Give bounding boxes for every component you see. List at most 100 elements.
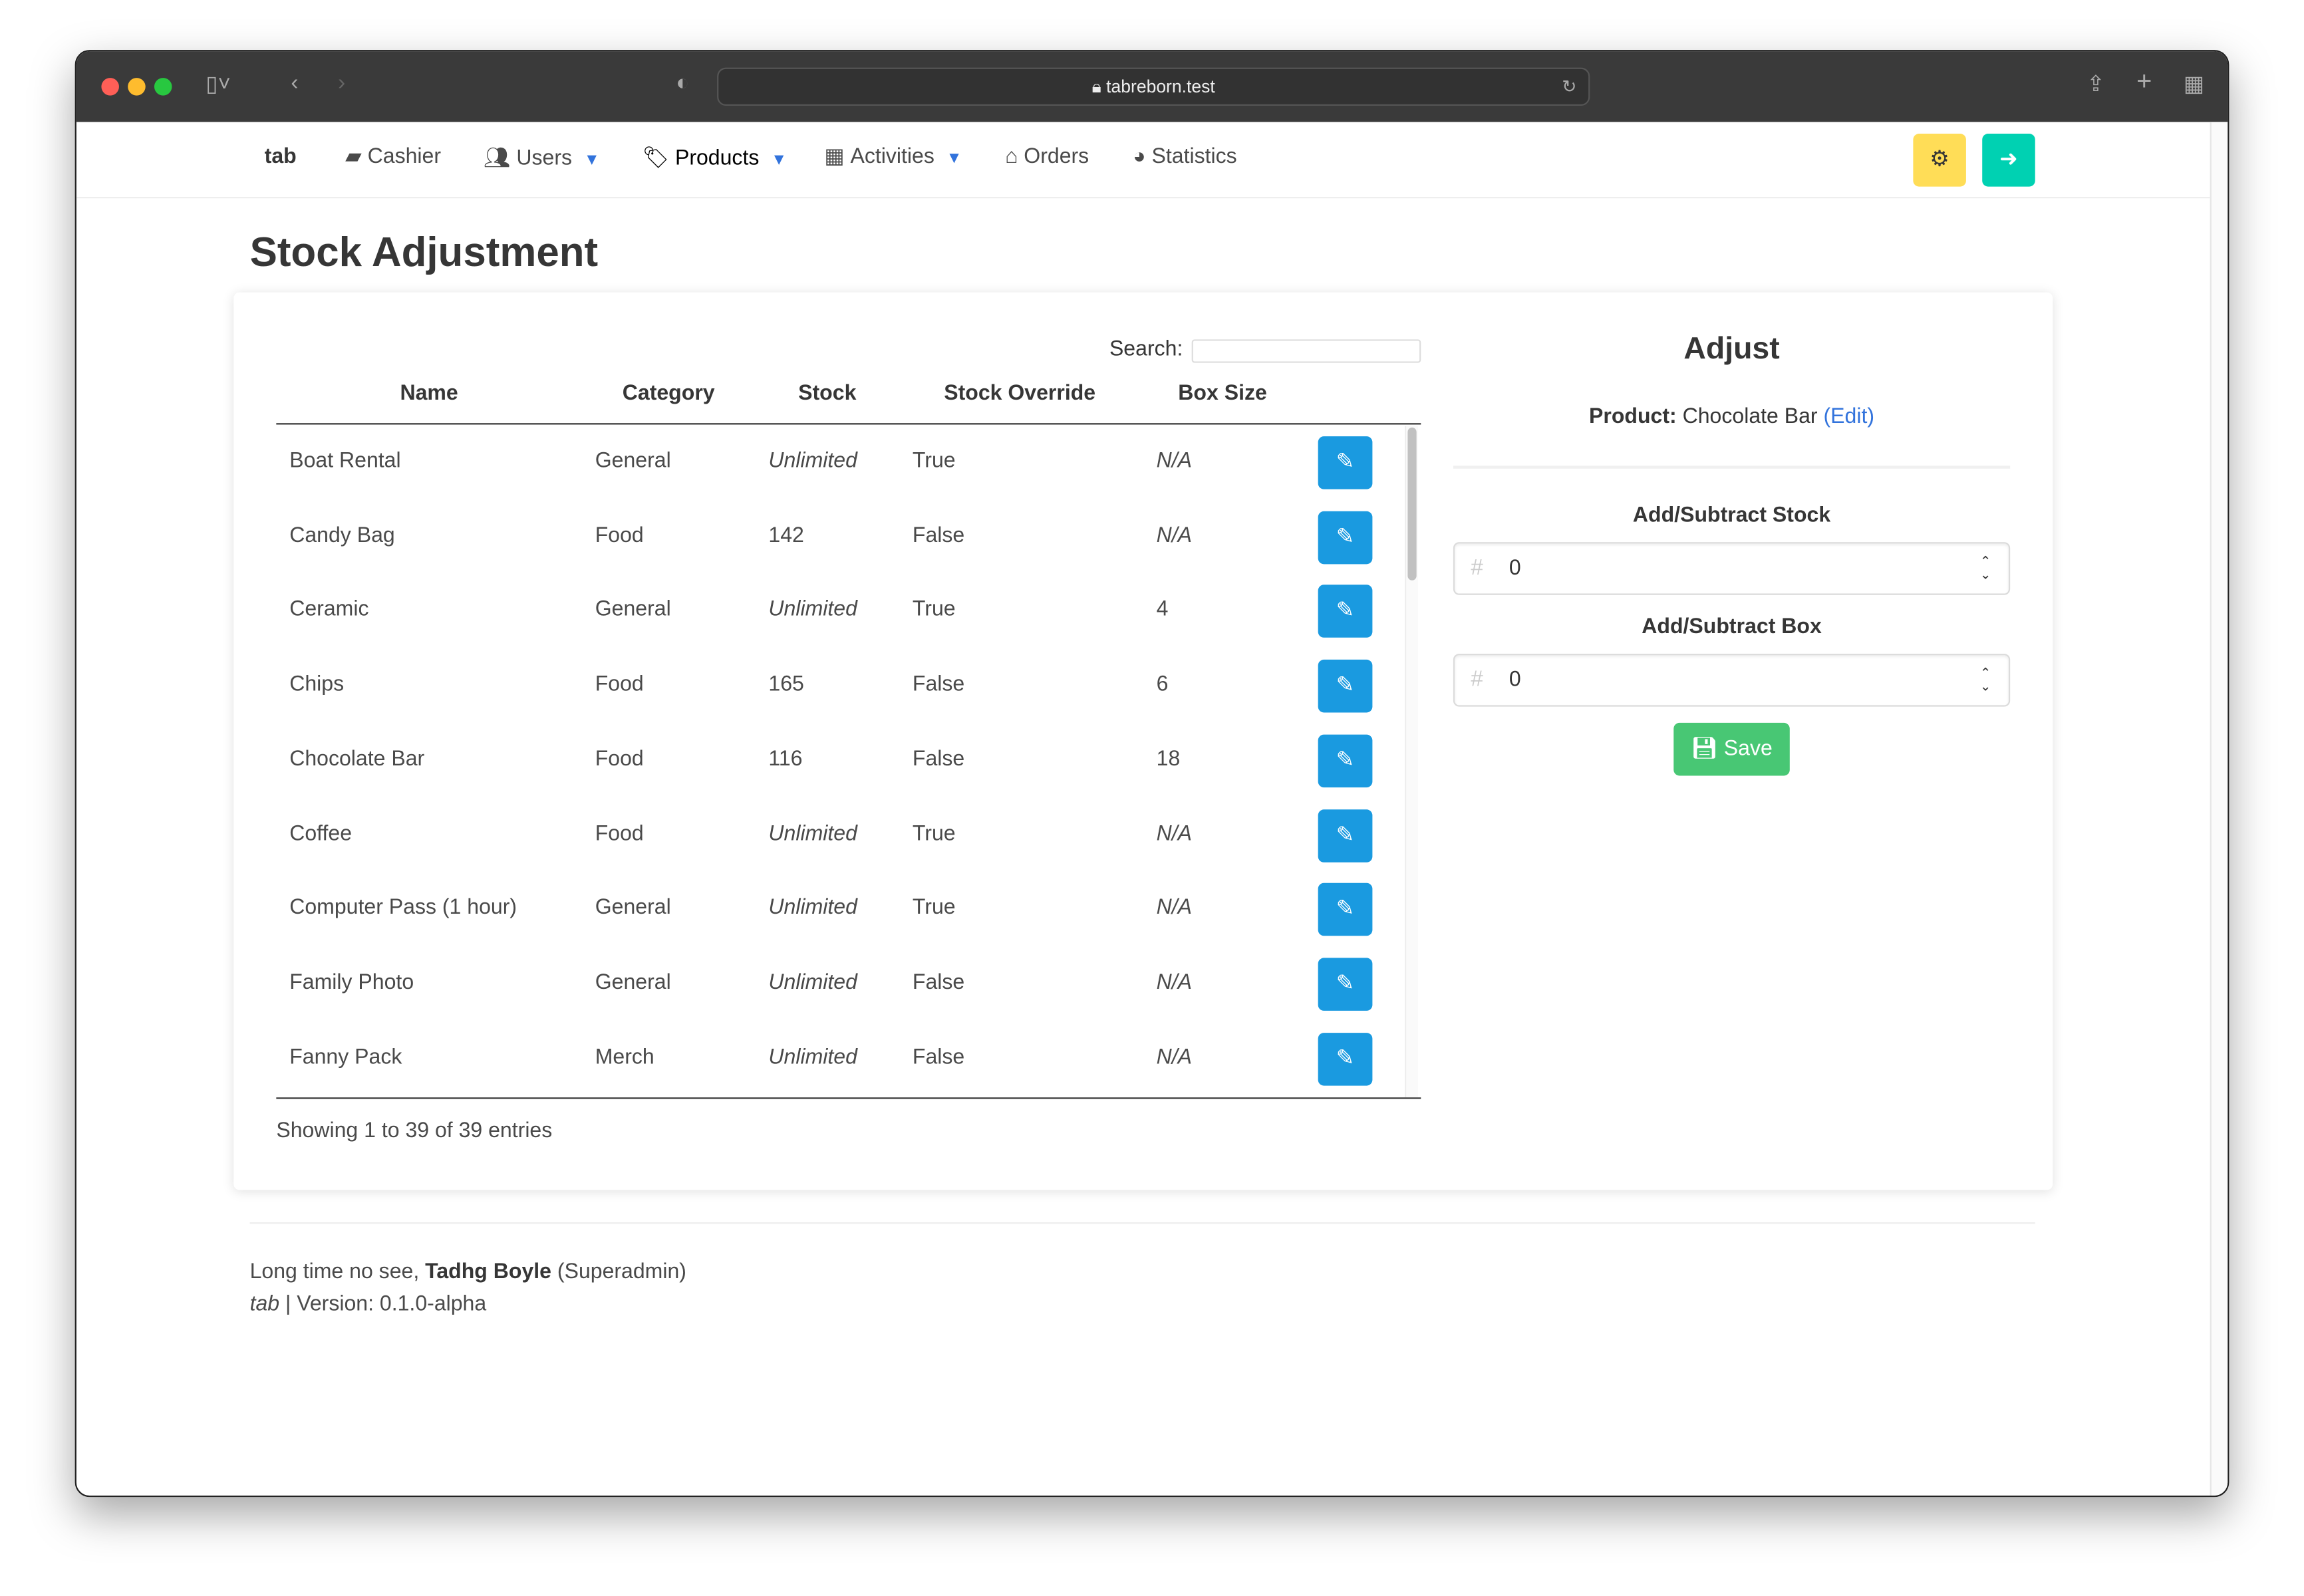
edit-icon: ✎ — [1336, 450, 1355, 475]
stepper-icon[interactable]: ⌃ ⌄ — [1980, 555, 1991, 582]
table-info: Showing 1 to 39 of 39 entries — [276, 1119, 553, 1143]
edit-button[interactable]: ✎ — [1318, 660, 1373, 713]
stock-label: Add/Subtract Stock — [1632, 503, 1831, 528]
edit-button[interactable]: ✎ — [1318, 585, 1373, 638]
hash-icon: # — [1471, 555, 1483, 581]
product-label: Product: — [1589, 405, 1677, 430]
basket-icon: ⌂ — [1005, 145, 1018, 170]
column-header[interactable]: Stock Override — [944, 382, 1095, 405]
back-icon[interactable]: ‹ — [291, 70, 298, 96]
edit-icon: ✎ — [1336, 896, 1355, 922]
save-button[interactable]: 💾︎ Save — [1673, 722, 1790, 776]
nav-label: Products — [674, 146, 760, 171]
category-cell: Food — [595, 747, 644, 771]
stock-override-cell: False — [912, 747, 965, 771]
browser-titlebar: ▯˅ ‹ › ◐ 🔒︎ tabreborn.test ↻ ⇪ + ▦ — [76, 51, 2228, 122]
chevron-down-icon: ▼ — [946, 150, 962, 168]
save-icon: 💾︎ — [1691, 737, 1718, 761]
address-bar[interactable]: 🔒︎ tabreborn.test ↻ — [717, 67, 1590, 106]
page-scrollbar[interactable] — [2210, 122, 2228, 1496]
nav-item-activities[interactable]: ▦ Activities ▼ — [824, 146, 962, 169]
nav-item-products[interactable]: 🏷︎ Products ▼ — [642, 146, 788, 171]
edit-button[interactable]: ✎ — [1318, 809, 1373, 862]
table-scrollbar[interactable] — [1404, 426, 1418, 1098]
edit-button[interactable]: ✎ — [1318, 958, 1373, 1011]
category-cell: Food — [595, 523, 644, 548]
pie-chart-icon: ◕ — [1133, 145, 1146, 170]
edit-icon: ✎ — [1336, 747, 1355, 773]
stock-input[interactable]: # 0 ⌃ ⌄ — [1453, 542, 2011, 595]
column-header[interactable]: Category — [623, 382, 715, 405]
tab-overview-icon[interactable]: ▦ — [2184, 70, 2204, 97]
table-row: Chocolate Bar Food 116 False 18 ✎ — [233, 734, 1409, 793]
category-cell: Merch — [595, 1045, 654, 1069]
product-name-cell: Fanny Pack — [289, 1045, 402, 1069]
user-name: Tadhg Boyle — [425, 1260, 552, 1284]
shield-icon[interactable]: ◐ — [676, 70, 689, 96]
chevron-down-icon: ▼ — [771, 151, 788, 170]
edit-button[interactable]: ✎ — [1318, 511, 1373, 564]
box-size-cell: N/A — [1156, 822, 1193, 846]
footer-divider — [249, 1222, 2035, 1224]
cogs-icon: ⚙ — [1930, 146, 1949, 172]
box-value: 0 — [1509, 668, 1521, 692]
stock-override-cell: True — [912, 450, 956, 473]
nav-item-orders[interactable]: ⌂ Orders — [1005, 146, 1089, 169]
logout-button[interactable]: ➜ — [1982, 134, 2035, 187]
nav-label: Statistics — [1151, 145, 1237, 170]
minimize-window-button[interactable] — [128, 78, 146, 96]
reload-icon[interactable]: ↻ — [1562, 69, 1576, 104]
category-cell: Food — [595, 822, 644, 846]
footer-greeting: Long time no see, Tadhg Boyle (Superadmi… — [250, 1260, 686, 1283]
edit-product-link[interactable]: (Edit) — [1824, 406, 1875, 429]
stock-cell: Unlimited — [768, 822, 857, 846]
table-row: Family Photo General Unlimited False N/A ✎ — [233, 958, 1409, 1016]
column-header[interactable]: Box Size — [1178, 382, 1267, 405]
product-name-cell: Chocolate Bar — [289, 747, 425, 771]
box-input[interactable]: # 0 ⌃ ⌄ — [1453, 654, 2011, 707]
close-window-button[interactable] — [101, 78, 119, 96]
nav-item-cashier[interactable]: ▰ Cashier — [345, 146, 441, 169]
stock-cell: Unlimited — [768, 1045, 857, 1069]
sidebar-toggle-icon[interactable]: ▯˅ — [206, 70, 231, 97]
product-name-cell: Candy Bag — [289, 523, 395, 548]
table-row: Candy Bag Food 142 False N/A ✎ — [233, 511, 1409, 569]
calendar-icon: ▦ — [824, 145, 845, 170]
column-header[interactable]: Stock — [798, 382, 856, 405]
stock-override-cell: True — [912, 822, 956, 846]
stock-cell: 165 — [768, 673, 804, 697]
box-size-cell: 4 — [1156, 598, 1169, 622]
navbar: tab ▰ Cashier 👥︎ Users ▼ 🏷︎ Products ▼ ▦ Activ… — [76, 122, 2210, 199]
nav-item-statistics[interactable]: ◕ Statistics — [1133, 146, 1236, 169]
table-row: Chips Food 165 False 6 ✎ — [233, 660, 1409, 718]
box-size-cell: 18 — [1156, 747, 1181, 771]
share-icon[interactable]: ⇪ — [2087, 70, 2105, 97]
box-size-cell: N/A — [1156, 450, 1193, 473]
users-icon: 👥︎ — [483, 146, 511, 171]
new-tab-icon[interactable]: + — [2136, 66, 2152, 96]
maximize-window-button[interactable] — [154, 78, 172, 96]
stock-card: Search: Name Category Stock Stock Override B… — [233, 292, 2053, 1190]
table-scrollbar-thumb[interactable] — [1407, 427, 1417, 581]
stock-override-cell: True — [912, 896, 956, 920]
column-header[interactable]: Name — [400, 382, 458, 405]
chevron-down-icon: ▼ — [583, 151, 600, 170]
edit-button[interactable]: ✎ — [1318, 436, 1373, 489]
nav-item-users[interactable]: 👥︎ Users ▼ — [483, 146, 600, 171]
edit-button[interactable]: ✎ — [1318, 1032, 1373, 1085]
edit-button[interactable]: ✎ — [1318, 883, 1373, 936]
category-cell: General — [595, 896, 671, 920]
edit-icon: ✎ — [1336, 523, 1355, 549]
settings-button[interactable]: ⚙ — [1913, 134, 1966, 187]
product-name-cell: Computer Pass (1 hour) — [289, 896, 517, 920]
search-input[interactable] — [1191, 339, 1421, 363]
brand-logo[interactable]: tab — [265, 146, 297, 169]
stepper-icon[interactable]: ⌃ ⌄ — [1980, 666, 1991, 694]
adjust-divider — [1453, 466, 2011, 469]
nav-label: Cashier — [367, 145, 442, 170]
edit-icon: ✎ — [1336, 822, 1355, 847]
forward-icon[interactable]: › — [338, 70, 345, 96]
money-icon: ▰ — [345, 145, 362, 170]
user-role: (Superadmin) — [557, 1260, 686, 1284]
edit-button[interactable]: ✎ — [1318, 734, 1373, 787]
